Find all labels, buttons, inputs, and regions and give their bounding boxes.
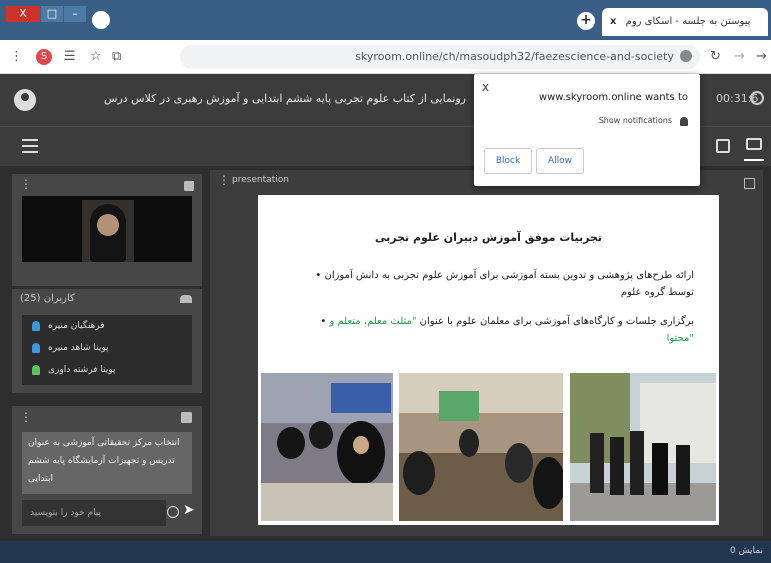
user-icon (32, 321, 40, 331)
fullscreen-icon[interactable] (744, 178, 755, 189)
list-item[interactable]: پوینا فرشته داوری (22, 359, 192, 381)
camera-icon[interactable] (184, 181, 194, 191)
status-text: 0 نمایش (729, 546, 763, 556)
send-icon[interactable]: ➤ (183, 502, 195, 518)
browser-menu-icon[interactable]: ⋮ (10, 49, 23, 64)
notification-body: Show notifications (598, 116, 672, 125)
chat-icon (181, 412, 192, 423)
bell-icon (680, 117, 688, 126)
reload-icon[interactable]: ↻ (710, 49, 721, 64)
slide-heading: تجربیات موفق آموزش دبیران علوم تجربی (374, 231, 603, 244)
window-close-button[interactable]: X (6, 6, 40, 22)
extensions-icon[interactable]: ⧉ (112, 49, 121, 64)
user-icon (32, 343, 40, 353)
chat-message: انتخاب مرکز تحقیقاتی آموزشی به عنوان تدر… (22, 432, 192, 494)
users-panel-title: کاربران (25) (20, 293, 75, 304)
window-frame: X □ – + x پیوستن به جلسه - اسکای روم ⋮ S… (0, 0, 771, 563)
users-panel: کاربران (25) فرهنگیان منیره پوینا شاهد م… (12, 289, 202, 393)
presentation-label: presentation (232, 175, 289, 185)
slide: تجربیات موفق آموزش دبیران علوم تجربی • ا… (258, 195, 719, 525)
new-tab-button[interactable]: + (577, 12, 595, 30)
lock-icon[interactable] (680, 50, 692, 62)
notification-site: www.skyroom.online wants to (538, 92, 688, 103)
forward-icon[interactable]: → (734, 49, 745, 64)
screen-share-icon[interactable] (744, 138, 764, 161)
bookmark-star-icon[interactable]: ☆ (90, 49, 102, 64)
url-text: skyroom.online/ch/masoudph32/faezescienc… (355, 50, 674, 63)
tab-inactive[interactable] (92, 9, 572, 31)
hamburger-menu-icon[interactable] (22, 139, 38, 153)
browser-tab-strip: X □ – + x پیوستن به جلسه - اسکای روم (0, 0, 771, 40)
clock-icon (750, 91, 764, 105)
reading-list-icon[interactable]: ☰ (64, 49, 76, 64)
address-bar-row: ⋮ S ☰ ☆ ⧉ skyroom.online/ch/masoudph32/f… (0, 40, 771, 74)
tab-active[interactable]: x پیوستن به جلسه - اسکای روم (602, 8, 768, 36)
chat-panel: ⋮ انتخاب مرکز تحقیقاتی آموزشی به عنوان ت… (12, 406, 202, 534)
main-area: ⋮ کاربران (25) فرهنگیان منیره پوینا شاهد… (0, 166, 771, 541)
chat-panel-menu-icon[interactable]: ⋮ (20, 410, 32, 424)
room-title: رونمایی از کتاب علوم تجربی پایه ششم ابتد… (104, 92, 466, 105)
presentation-panel: ⋮ presentation تجربیات موفق آموزش دبیران… (210, 170, 763, 536)
video-panel-menu-icon[interactable]: ⋮ (20, 177, 32, 191)
status-bar: 0 نمایش (0, 541, 771, 563)
close-icon[interactable]: x (482, 80, 489, 94)
account-icon[interactable] (14, 89, 36, 111)
user-name: پوینا فرشته داوری (48, 365, 116, 375)
tab-close-icon[interactable]: x (610, 16, 616, 27)
slide-bullet: • برگزاری جلسات و کارگاه‌های آموزشی برای… (294, 313, 694, 347)
users-icon (180, 295, 192, 303)
notification-permission-popup: x www.skyroom.online wants to Show notif… (474, 74, 700, 186)
user-name: فرهنگیان منیره (48, 321, 105, 331)
list-item[interactable]: پوینا شاهد منیره (22, 337, 192, 359)
exit-icon[interactable] (716, 139, 730, 153)
allow-button[interactable]: Allow (536, 148, 584, 174)
block-button[interactable]: Block (484, 148, 532, 174)
emoji-icon[interactable] (167, 506, 179, 518)
profile-avatar[interactable]: S (36, 49, 52, 65)
window-minimize-button[interactable]: – (64, 6, 86, 22)
tab-favicon-icon (92, 11, 110, 29)
outdoor-group-photo (570, 373, 716, 521)
presenter-video-image (82, 200, 134, 262)
window-maximize-button[interactable]: □ (41, 6, 63, 22)
url-input[interactable]: skyroom.online/ch/masoudph32/faezescienc… (180, 45, 700, 69)
tab-active-title: پیوستن به جلسه - اسکای روم (625, 16, 751, 27)
user-icon (32, 365, 40, 375)
webcam-video (22, 196, 192, 262)
presentation-menu-icon[interactable]: ⋮ (218, 173, 230, 187)
conference-photo (261, 373, 393, 521)
workshop-photo (399, 373, 563, 521)
back-icon[interactable]: → (756, 49, 767, 64)
user-name: پوینا شاهد منیره (48, 343, 109, 353)
list-item[interactable]: فرهنگیان منیره (22, 315, 192, 337)
users-list: فرهنگیان منیره پوینا شاهد منیره پوینا فر… (22, 315, 192, 385)
video-panel: ⋮ (12, 174, 202, 286)
slide-bullet: • ارائه طرح‌های پژوهشی و تدوین بسته آموز… (315, 270, 694, 298)
chat-input[interactable]: پیام خود را بنویسید (22, 500, 166, 526)
